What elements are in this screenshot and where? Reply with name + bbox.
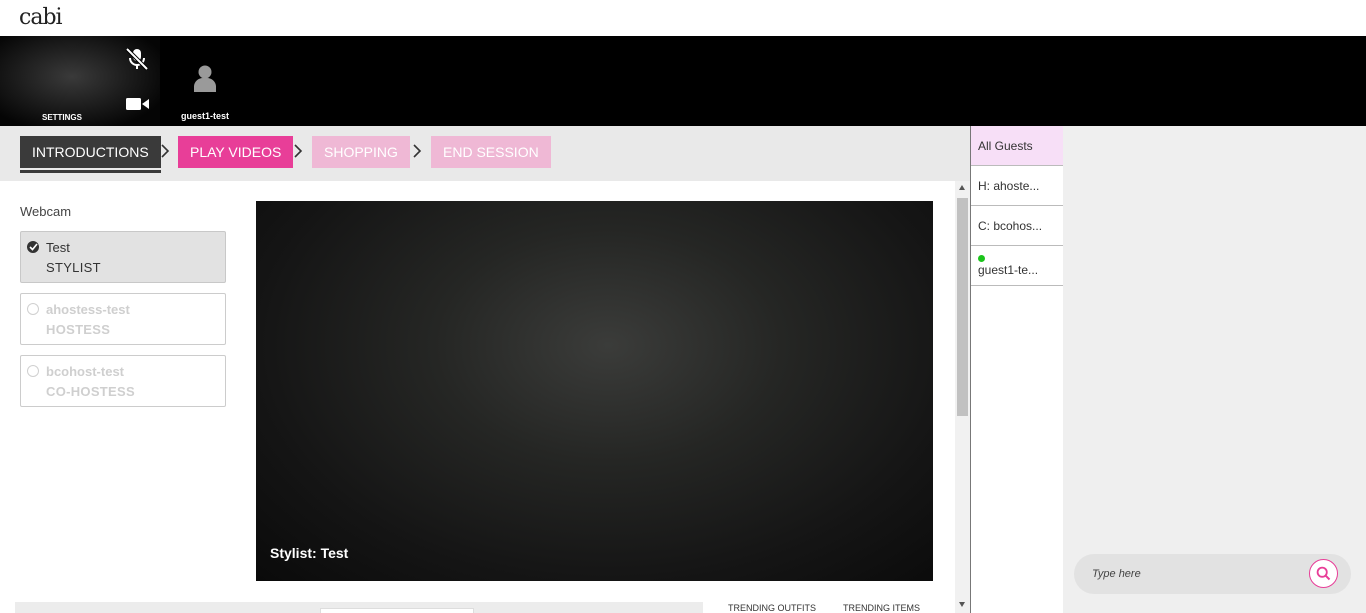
webcam-title: Webcam: [20, 204, 72, 219]
guest-list-item[interactable]: H: ahoste...: [971, 166, 1063, 206]
participant-name: Test: [46, 240, 70, 255]
user-avatar-icon: [194, 65, 216, 92]
scroll-down-arrow-icon[interactable]: [959, 602, 965, 607]
guest-video-tile[interactable]: guest1-test: [160, 36, 250, 126]
tab-trending-items[interactable]: TRENDING ITEMS: [843, 603, 920, 613]
chevron-right-icon: [294, 144, 303, 158]
participant-role: CO-HOSTESS: [46, 384, 135, 399]
bottom-panel: [15, 602, 703, 613]
participant-card-co-hostess[interactable]: bcohost-test CO-HOSTESS: [20, 355, 226, 407]
guest-list: All Guests H: ahoste... C: bcohos... gue…: [971, 126, 1063, 613]
step-shopping[interactable]: SHOPPING: [312, 136, 410, 168]
chat-input-wrapper: [1074, 554, 1351, 594]
video-strip: SETTINGS guest1-test: [0, 36, 1366, 126]
step-play-videos[interactable]: PLAY VIDEOS: [178, 136, 294, 168]
cabi-logo: cabi: [19, 5, 63, 30]
mic-muted-icon[interactable]: [124, 46, 150, 72]
scrollbar-thumb[interactable]: [957, 198, 968, 416]
online-status-icon: [978, 255, 985, 262]
radio-circle-icon: [27, 365, 39, 377]
guest-tile-label: guest1-test: [180, 111, 229, 121]
step-introductions[interactable]: INTRODUCTIONS: [20, 136, 161, 173]
guest-list-item[interactable]: C: bcohos...: [971, 206, 1063, 246]
camera-icon[interactable]: [126, 96, 150, 112]
main-video-stage: Stylist: Test: [256, 201, 933, 581]
chevron-right-icon: [161, 144, 170, 158]
scroll-up-arrow-icon[interactable]: [959, 185, 965, 190]
tab-trending-outfits[interactable]: TRENDING OUTFITS: [728, 603, 816, 613]
participant-card-hostess[interactable]: ahostess-test HOSTESS: [20, 293, 226, 345]
main-scrollbar[interactable]: [955, 181, 970, 613]
top-bar: cabi: [0, 0, 1366, 36]
chevron-right-icon: [413, 144, 422, 158]
stage-caption: Stylist: Test: [270, 545, 349, 561]
self-video-tile[interactable]: SETTINGS: [0, 36, 160, 126]
search-button[interactable]: [1309, 559, 1338, 588]
guest-list-item-label: guest1-te...: [978, 263, 1039, 277]
participant-role: HOSTESS: [46, 322, 111, 337]
settings-label[interactable]: SETTINGS: [0, 113, 124, 122]
participant-name: ahostess-test: [46, 302, 130, 317]
participant-card-stylist[interactable]: Test STYLIST: [20, 231, 226, 283]
chat-input[interactable]: [1092, 565, 1302, 583]
checkmark-icon: [29, 243, 38, 251]
participant-name: bcohost-test: [46, 364, 124, 379]
participant-role: STYLIST: [46, 260, 101, 275]
step-end-session[interactable]: END SESSION: [431, 136, 551, 168]
guest-list-item[interactable]: All Guests: [971, 126, 1063, 166]
chat-panel: [1063, 126, 1366, 613]
session-steps: INTRODUCTIONS PLAY VIDEOS SHOPPING END S…: [0, 126, 970, 181]
main-content: Webcam Test STYLIST ahostess-test HOSTES…: [0, 181, 955, 613]
bottom-panel-box: [320, 608, 474, 613]
guest-list-item[interactable]: guest1-te...: [971, 246, 1063, 286]
search-icon: [1316, 566, 1331, 581]
radio-circle-icon: [27, 303, 39, 315]
